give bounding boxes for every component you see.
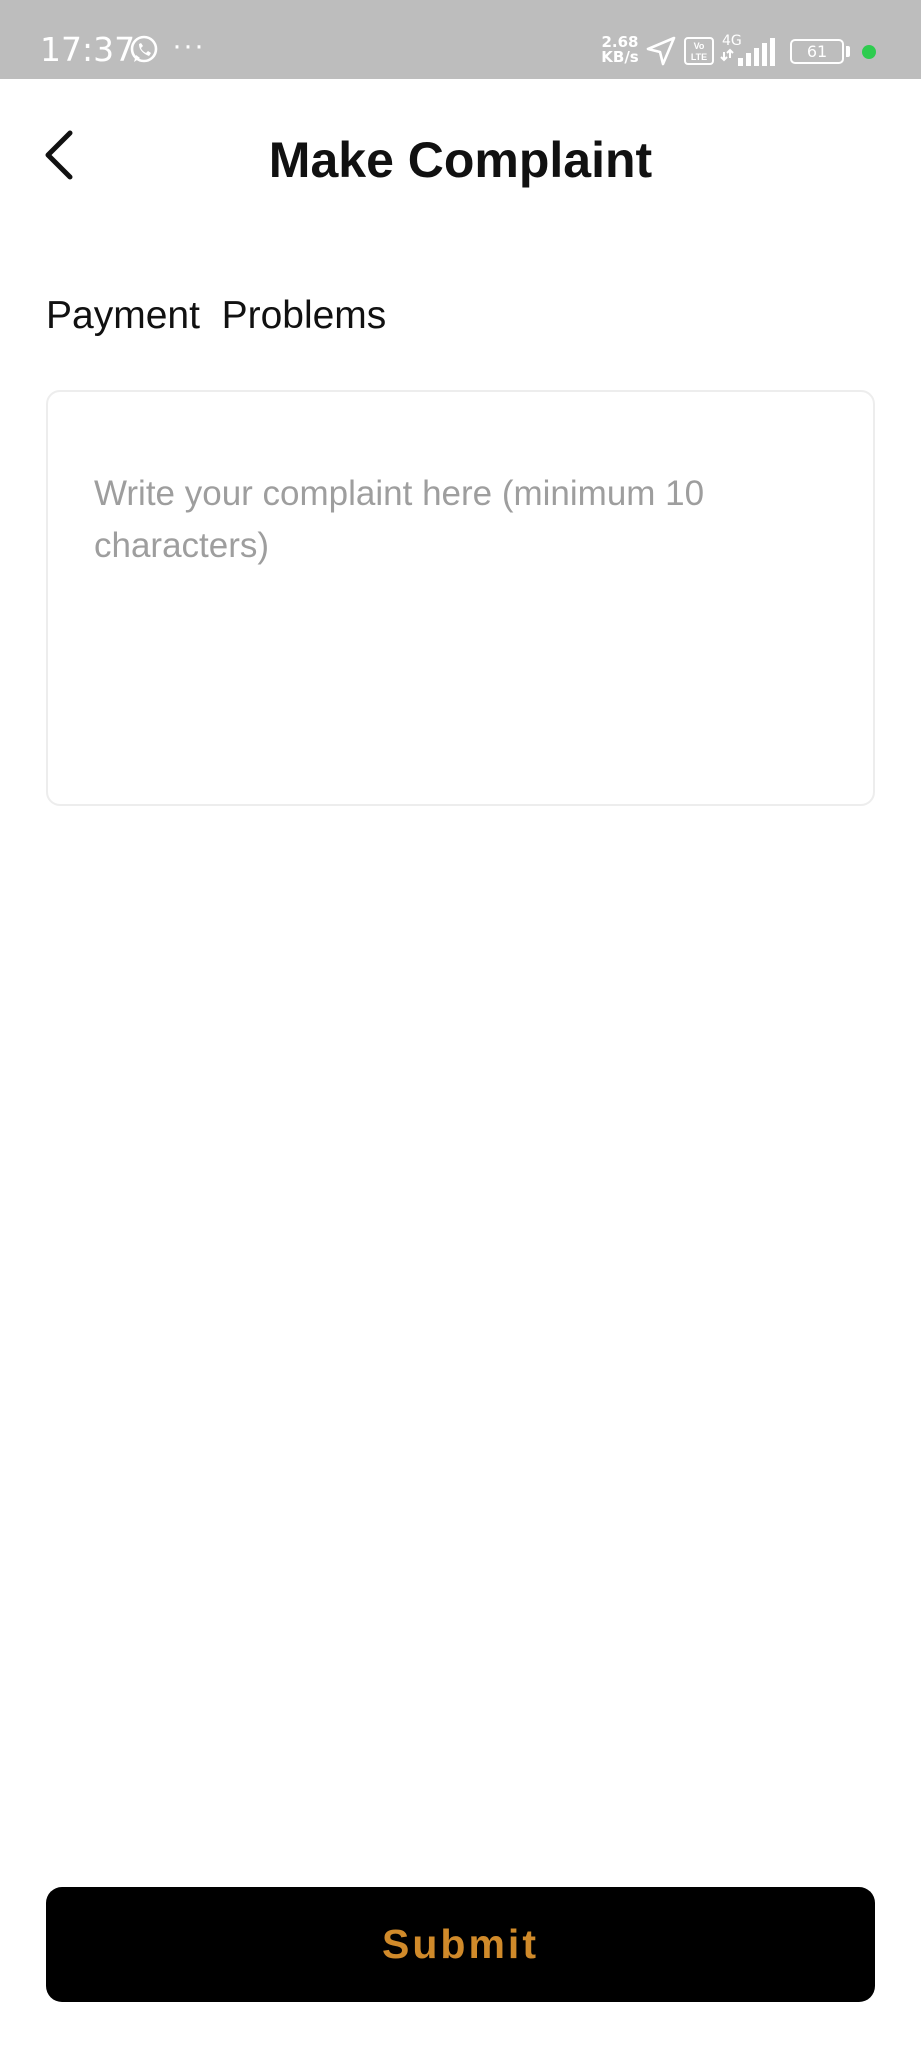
page-title: Make Complaint (268, 132, 653, 188)
signal-icon (720, 38, 775, 66)
network-speed-unit: KB/s (601, 48, 639, 66)
status-bar: 17:37 ··· 2.68 KB/s Vo LTE 4G 61 (0, 0, 921, 79)
complaint-input-container (46, 390, 875, 806)
battery-icon: 61 (790, 39, 844, 64)
whatsapp-icon (130, 35, 158, 63)
complaint-input[interactable] (48, 392, 873, 804)
more-notifications-indicator: ··· (172, 29, 205, 62)
status-time: 17:37 (40, 30, 136, 69)
privacy-dot-icon (862, 45, 876, 59)
submit-button[interactable]: Submit (46, 1887, 875, 2002)
location-arrow-icon (646, 36, 676, 66)
submit-label: Submit (382, 1921, 539, 1967)
battery-tip (846, 46, 850, 57)
volte-icon: Vo LTE (684, 37, 714, 65)
complaint-category-label: Payment Problems (46, 294, 387, 337)
network-speed: 2.68 KB/s (599, 35, 641, 65)
